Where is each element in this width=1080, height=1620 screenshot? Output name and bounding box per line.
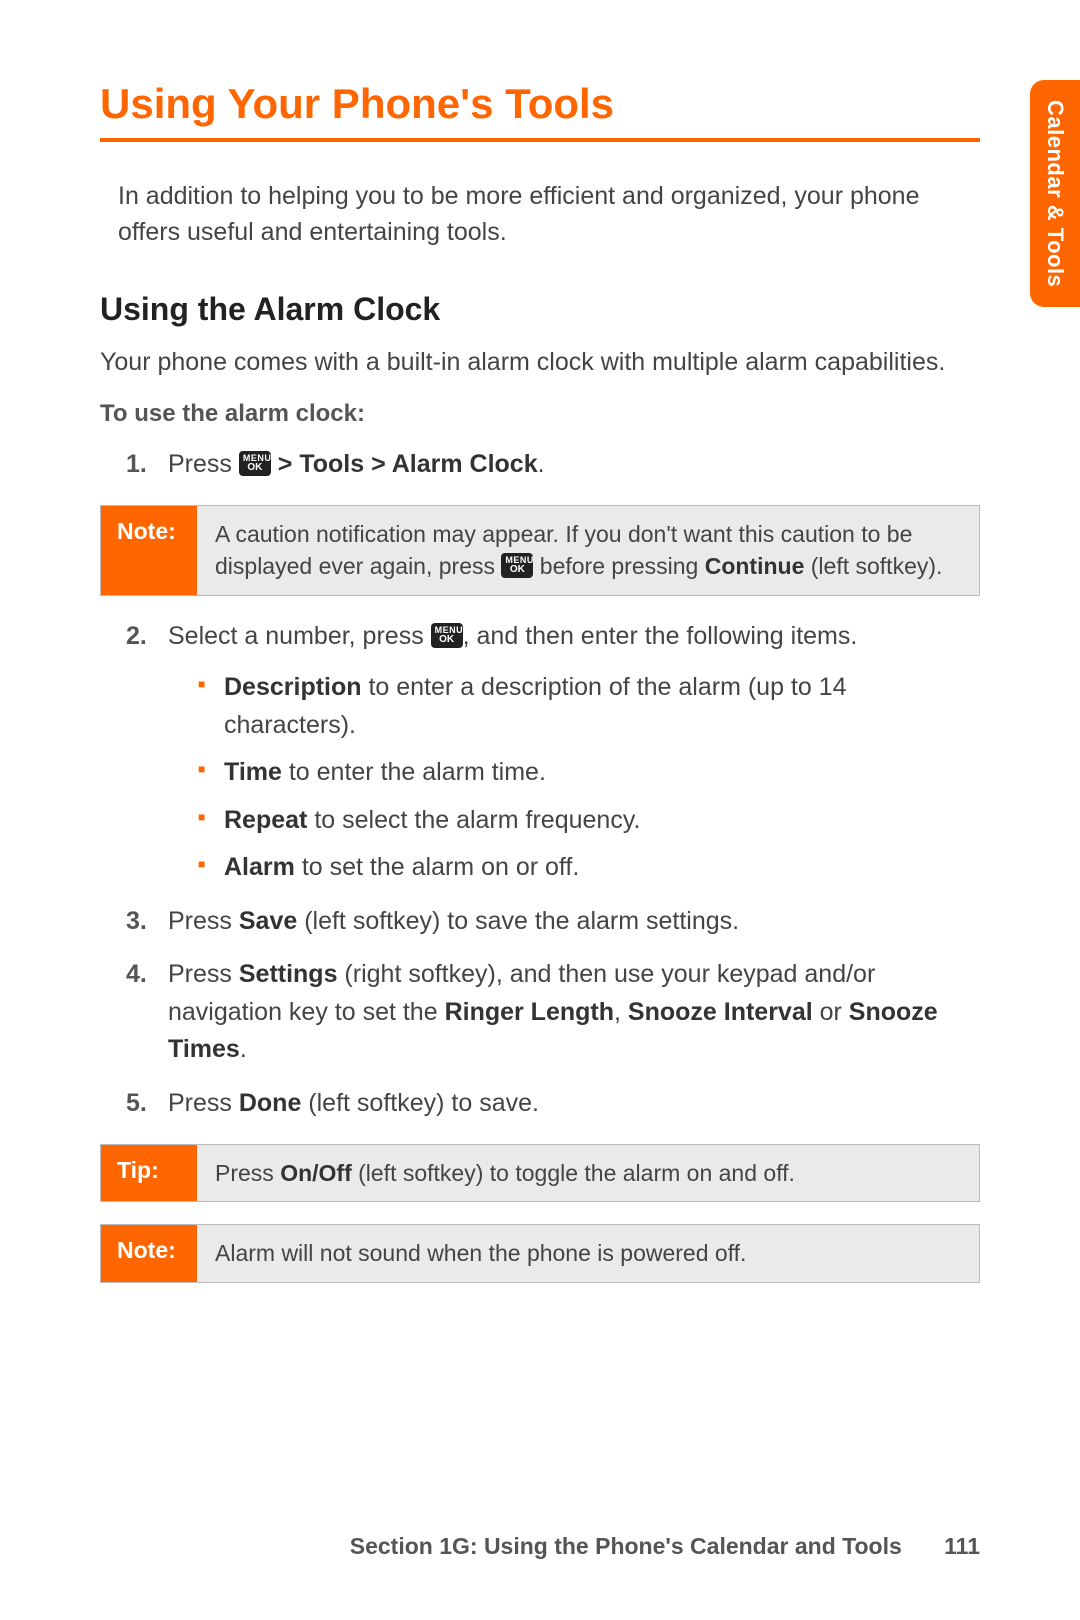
onoff-label: On/Off	[280, 1160, 352, 1186]
step-list-cont: Select a number, press MENUOK, and then …	[126, 618, 980, 1123]
bullet-text: to enter the alarm time.	[282, 758, 546, 786]
bullet-alarm: Alarm to set the alarm on or off.	[198, 849, 980, 887]
ringer-length-label: Ringer Length	[445, 998, 614, 1026]
step-text: (left softkey) to save.	[301, 1089, 539, 1117]
bullet-term: Time	[224, 758, 282, 786]
bullet-term: Description	[224, 673, 362, 701]
menu-ok-key-icon: MENUOK	[501, 553, 533, 578]
save-label: Save	[239, 907, 297, 935]
step-text: or	[813, 998, 849, 1026]
bullet-description: Description to enter a description of th…	[198, 669, 980, 744]
snooze-interval-label: Snooze Interval	[628, 998, 813, 1026]
page-title: Using Your Phone's Tools	[100, 80, 980, 128]
bullet-text: to set the alarm on or off.	[295, 853, 579, 881]
step-2: Select a number, press MENUOK, and then …	[126, 618, 980, 887]
procedure-label: To use the alarm clock:	[100, 400, 980, 428]
step-5: Press Done (left softkey) to save.	[126, 1085, 980, 1123]
section-lead: Your phone comes with a built-in alarm c…	[100, 344, 980, 380]
bullet-repeat: Repeat to select the alarm frequency.	[198, 802, 980, 840]
bullet-time: Time to enter the alarm time.	[198, 754, 980, 792]
section-heading: Using the Alarm Clock	[100, 291, 980, 328]
footer-section: Section 1G: Using the Phone's Calendar a…	[350, 1533, 902, 1559]
note-callout: Note: A caution notification may appear.…	[100, 505, 980, 595]
step-text: , and then enter the following items.	[463, 622, 858, 650]
continue-label: Continue	[705, 553, 805, 579]
title-rule	[100, 138, 980, 142]
callout-label: Tip:	[101, 1145, 197, 1201]
step-text: Press	[168, 907, 239, 935]
bullet-term: Repeat	[224, 806, 307, 834]
note-text: (left softkey).	[804, 553, 942, 579]
note-callout-2: Note: Alarm will not sound when the phon…	[100, 1224, 980, 1282]
callout-label: Note:	[101, 506, 197, 594]
bullet-term: Alarm	[224, 853, 295, 881]
bullet-text: to select the alarm frequency.	[307, 806, 640, 834]
callout-content: Alarm will not sound when the phone is p…	[197, 1225, 979, 1281]
intro-paragraph: In addition to helping you to be more ef…	[118, 178, 970, 251]
note-text: before pressing	[533, 553, 704, 579]
page-footer: Section 1G: Using the Phone's Calendar a…	[100, 1533, 980, 1560]
callout-content: Press On/Off (left softkey) to toggle th…	[197, 1145, 979, 1201]
step-text: (left softkey) to save the alarm setting…	[297, 907, 739, 935]
bullet-list: Description to enter a description of th…	[198, 669, 980, 887]
step-3: Press Save (left softkey) to save the al…	[126, 903, 980, 941]
menu-ok-key-icon: MENUOK	[431, 623, 463, 648]
step-path: > Tools > Alarm Clock	[271, 450, 538, 478]
step-text: Select a number, press	[168, 622, 431, 650]
page-number: 111	[944, 1533, 980, 1560]
tip-text: Press	[215, 1160, 280, 1186]
step-text: .	[538, 450, 545, 478]
step-text: Press	[168, 960, 239, 988]
step-text: .	[240, 1035, 247, 1063]
step-list: Press MENUOK > Tools > Alarm Clock.	[126, 446, 980, 484]
callout-content: A caution notification may appear. If yo…	[197, 506, 979, 594]
step-text: Press	[168, 450, 239, 478]
step-1: Press MENUOK > Tools > Alarm Clock.	[126, 446, 980, 484]
tip-callout: Tip: Press On/Off (left softkey) to togg…	[100, 1144, 980, 1202]
manual-page: Calendar & Tools Using Your Phone's Tool…	[0, 0, 1080, 1620]
callout-label: Note:	[101, 1225, 197, 1281]
tip-text: (left softkey) to toggle the alarm on an…	[352, 1160, 795, 1186]
step-4: Press Settings (right softkey), and then…	[126, 956, 980, 1069]
section-tab: Calendar & Tools	[1030, 80, 1080, 307]
step-text: ,	[614, 998, 628, 1026]
menu-ok-key-icon: MENUOK	[239, 451, 271, 476]
step-text: Press	[168, 1089, 239, 1117]
settings-label: Settings	[239, 960, 338, 988]
done-label: Done	[239, 1089, 302, 1117]
